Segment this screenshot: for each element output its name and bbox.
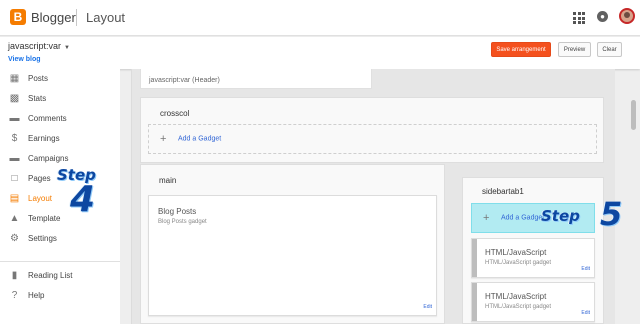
sidebar-item-label: Comments [28, 114, 67, 123]
edit-link[interactable]: Edit [581, 266, 590, 272]
gadget-subtitle: Blog Posts gadget [158, 219, 207, 225]
step5-annotation-number: 5 [600, 195, 623, 233]
template-icon: ▲ [9, 213, 20, 224]
add-gadget-label: Add a Gadget [178, 135, 222, 143]
blog-selector[interactable]: javascript:var ▼ [8, 41, 70, 51]
apps-icon[interactable] [573, 12, 585, 24]
blogger-logo-icon[interactable]: B [10, 9, 26, 25]
drag-handle[interactable] [472, 283, 477, 321]
brand-divider [76, 9, 77, 26]
preview-button[interactable]: Preview [558, 42, 591, 57]
crosscol-section: crosscol + Add a Gadget [140, 97, 604, 163]
sidebar-item-comments[interactable]: ▬ Comments [0, 110, 120, 128]
brand-name[interactable]: Blogger [31, 10, 76, 25]
sidebar-item-label: Campaigns [28, 154, 69, 163]
page-title: Layout [86, 10, 126, 25]
plus-icon: + [160, 133, 167, 145]
plus-icon: + [483, 212, 490, 224]
sidebar-item-label: Stats [28, 94, 47, 103]
campaigns-icon: ▬ [9, 153, 20, 164]
step4-annotation-number: 4 [70, 179, 96, 220]
dollar-icon: $ [11, 133, 18, 144]
gadget-title: HTML/JavaScript [485, 248, 547, 257]
edit-link[interactable]: Edit [423, 304, 432, 310]
sidebar-item-posts[interactable]: ▦ Posts [0, 70, 120, 88]
notifications-icon[interactable]: ● [597, 11, 608, 22]
clear-button[interactable]: Clear [597, 42, 622, 57]
sidebar-item-settings[interactable]: ⚙ Settings [0, 230, 120, 248]
view-blog-link[interactable]: View blog [8, 56, 41, 63]
sidebar-item-template[interactable]: ▲ Template [0, 210, 120, 228]
html-javascript-gadget[interactable]: HTML/JavaScript HTML/JavaScript gadget E… [471, 238, 595, 278]
gadget-subtitle: HTML/JavaScript gadget [485, 304, 552, 310]
avatar[interactable] [619, 8, 635, 24]
section-title: crosscol [160, 109, 190, 118]
section-title: sidebartab1 [482, 187, 524, 196]
pages-icon: □ [11, 173, 18, 184]
posts-icon: ▦ [9, 73, 20, 84]
chevron-down-icon: ▼ [64, 45, 70, 51]
sidebar-nav: ▦ Posts ▩ Stats ▬ Comments $ Earnings ▬ … [0, 69, 120, 324]
add-gadget-label: Add a Gadget [501, 214, 545, 222]
step5-annotation-label: Step [541, 207, 580, 225]
sidebar-item-label: Settings [28, 234, 57, 243]
drag-handle[interactable] [472, 239, 477, 277]
sidebar-item-label: Posts [28, 74, 49, 83]
header-gadget-label: javascript:var (Header) [149, 77, 220, 84]
blog-posts-gadget[interactable]: Blog Posts Blog Posts gadget Edit [148, 195, 437, 316]
blog-name: javascript:var [8, 41, 62, 51]
layout-icon: ▤ [9, 193, 20, 204]
gadget-subtitle: HTML/JavaScript gadget [485, 260, 552, 266]
header-gadget[interactable]: javascript:var (Header) [140, 69, 372, 89]
scrollbar[interactable] [631, 100, 636, 130]
sidebar-item-label: Help [28, 291, 45, 300]
html-javascript-gadget[interactable]: HTML/JavaScript HTML/JavaScript gadget E… [471, 282, 595, 322]
sidebar-item-label: Template [28, 214, 61, 223]
blog-toolbar: javascript:var ▼ View blog Save arrangeme… [0, 37, 640, 69]
sidebar-item-stats[interactable]: ▩ Stats [0, 90, 120, 108]
save-arrangement-button[interactable]: Save arrangement [491, 42, 551, 57]
bookmark-icon: ▮ [11, 270, 18, 281]
sidebar-item-earnings[interactable]: $ Earnings [0, 130, 120, 148]
sidebar-item-label: Layout [28, 194, 53, 203]
gear-icon: ⚙ [10, 233, 19, 244]
sidebar-item-label: Pages [28, 174, 51, 183]
sidebar-item-help[interactable]: ? Help [0, 287, 120, 305]
section-title: main [159, 176, 177, 185]
add-gadget-button[interactable]: + Add a Gadget [148, 124, 597, 154]
gadget-title: HTML/JavaScript [485, 292, 547, 301]
sidebar-item-label: Reading List [28, 271, 73, 280]
stats-icon: ▩ [9, 93, 20, 104]
sidebar-item-layout[interactable]: ▤ Layout [0, 190, 120, 208]
sidebartab1-section: sidebartab1 + Add a Gadget HTML/JavaScri… [462, 177, 604, 324]
comments-icon: ▬ [9, 113, 20, 124]
edit-link[interactable]: Edit [581, 310, 590, 316]
sidebar-item-reading-list[interactable]: ▮ Reading List [0, 267, 120, 285]
sidebar-item-label: Earnings [28, 134, 60, 143]
gadget-title: Blog Posts [158, 207, 197, 216]
help-icon: ? [11, 290, 18, 301]
nav-divider [0, 261, 120, 262]
top-bar: B Blogger Layout ● [0, 0, 640, 36]
main-section: main Blog Posts Blog Posts gadget Edit [140, 164, 445, 324]
